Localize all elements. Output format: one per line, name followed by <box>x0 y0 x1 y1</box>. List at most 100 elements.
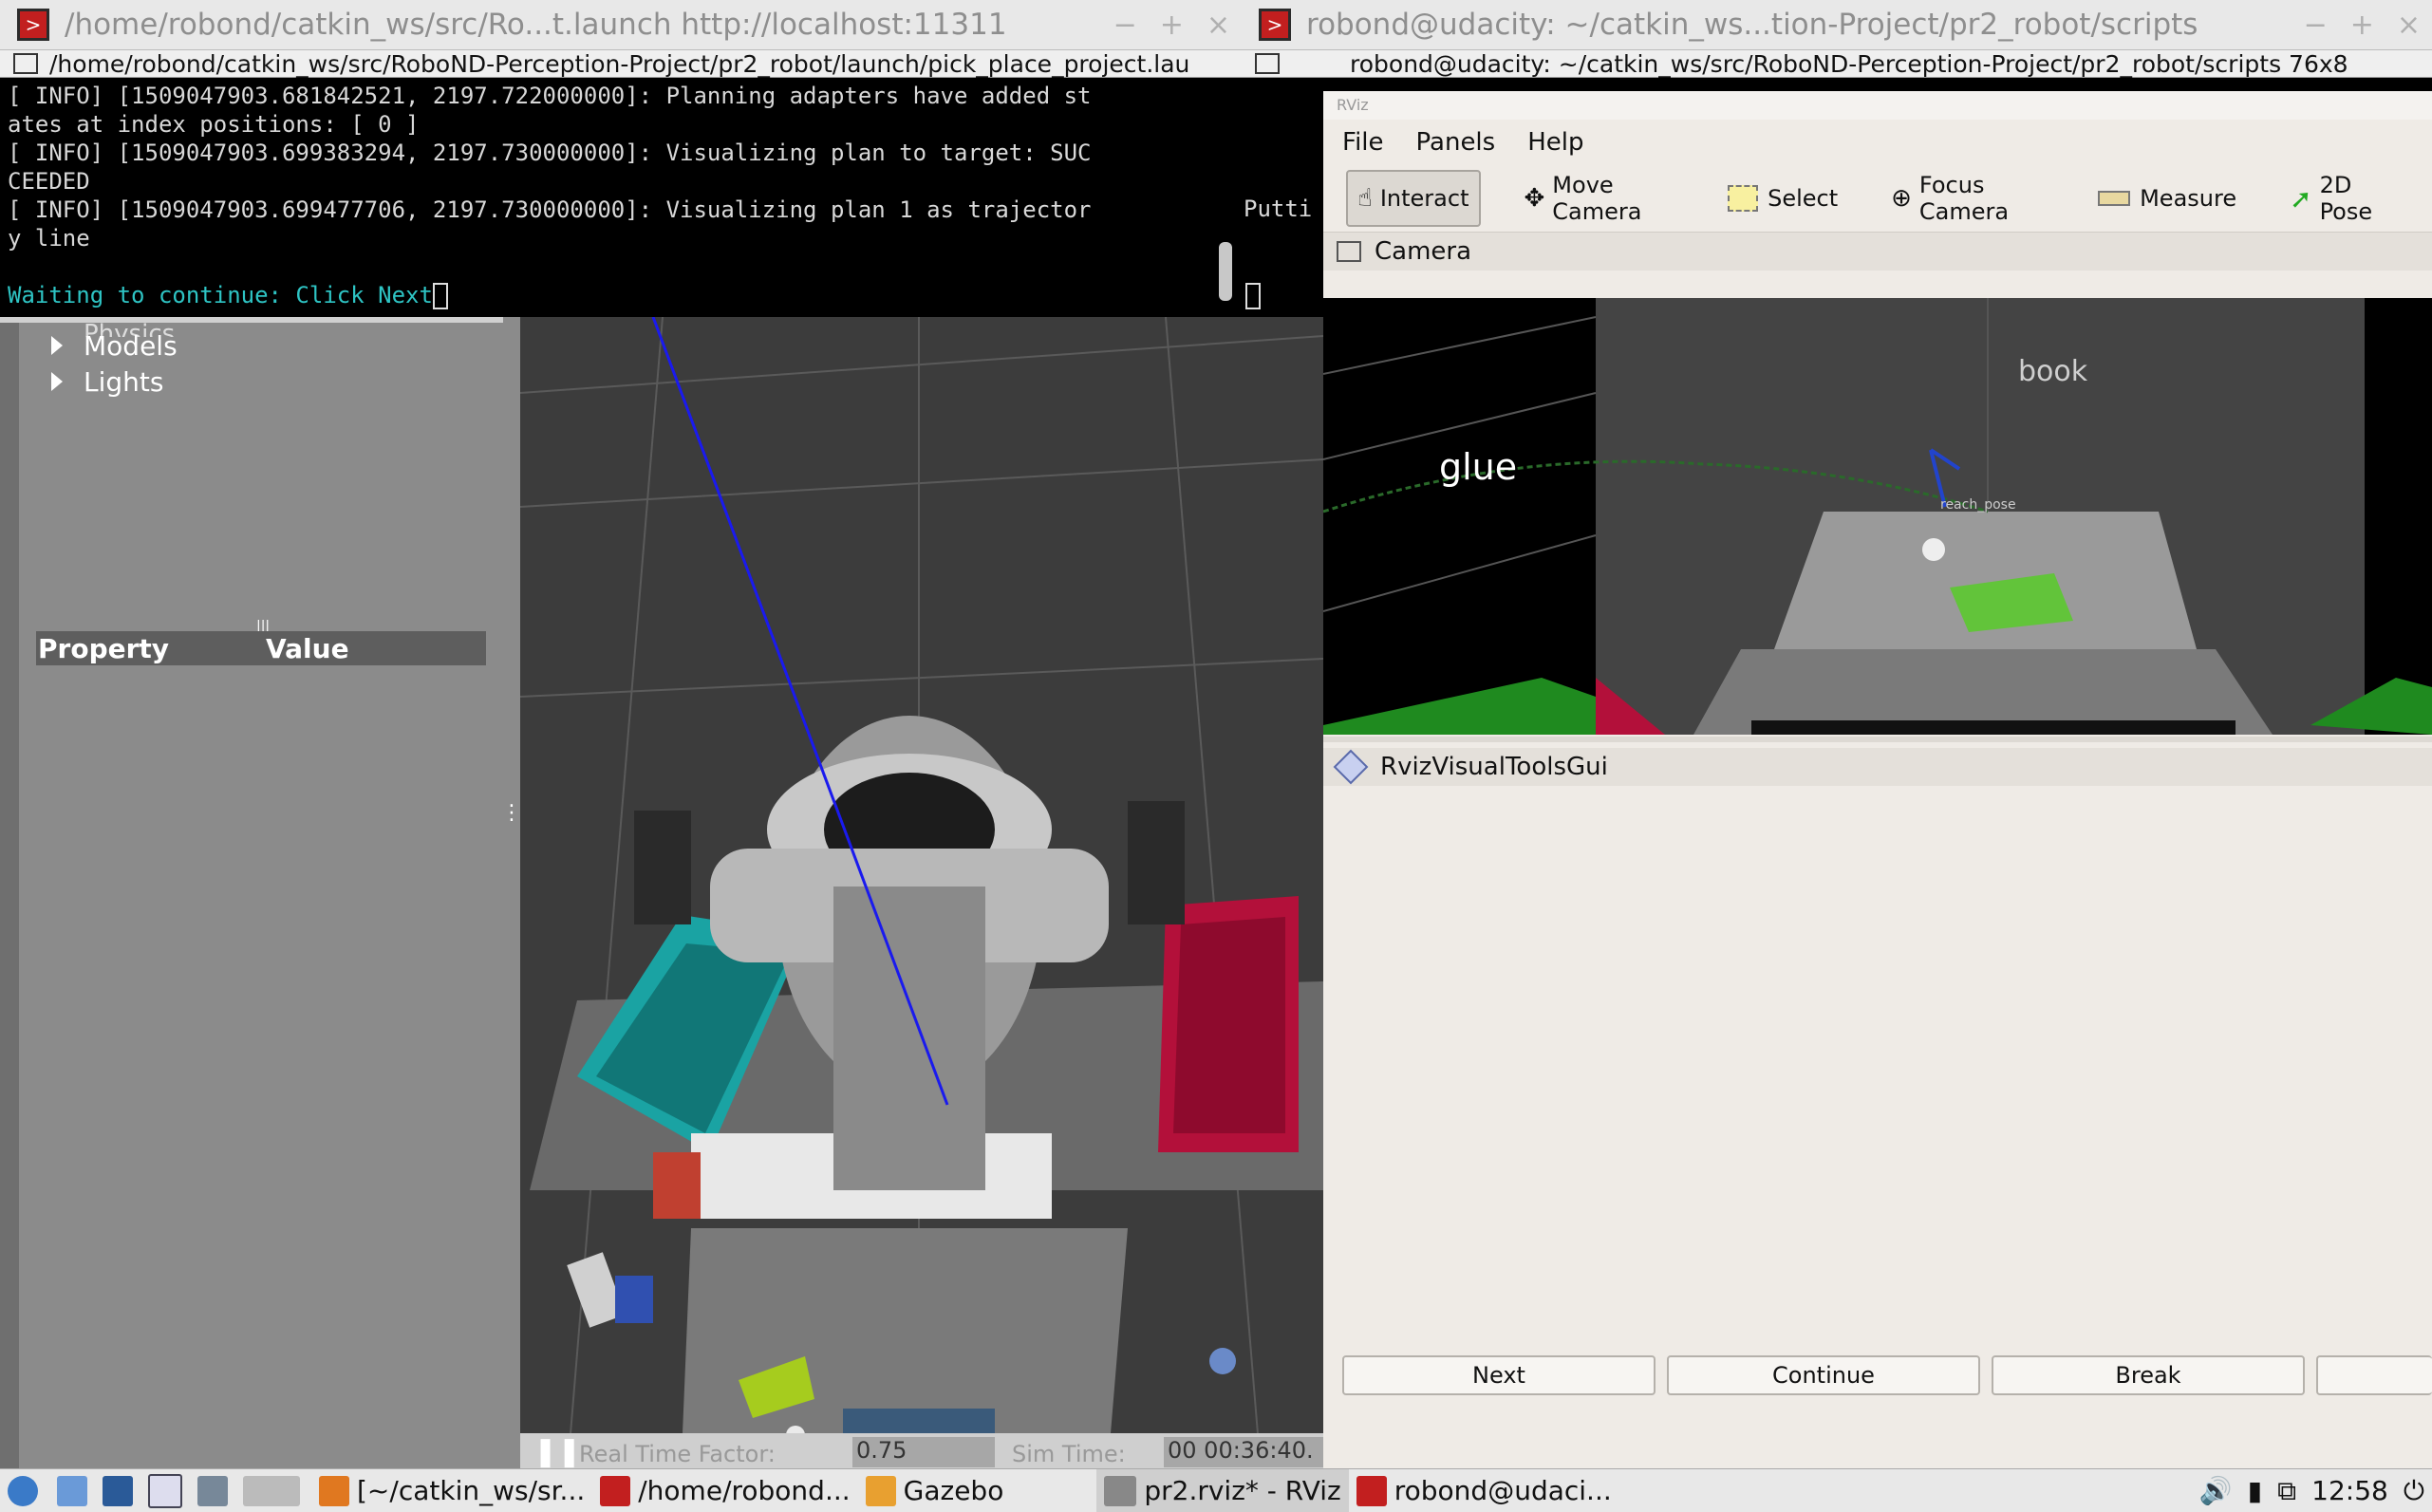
tree-item-lights[interactable]: Lights <box>51 364 163 399</box>
tool-2d-pose[interactable]: ➚ 2D Pose <box>2280 172 2398 225</box>
panel-splitter[interactable] <box>1323 737 2432 742</box>
window-launcher[interactable] <box>144 1469 194 1512</box>
terminal-line: ates at index positions: [ 0 ] <box>8 111 420 138</box>
menu-help[interactable]: Help <box>1527 128 1583 157</box>
close-icon[interactable]: × <box>2397 9 2421 42</box>
battery-icon[interactable]: ▮ <box>2240 1469 2270 1512</box>
rtf-value: 0.75 <box>852 1437 995 1467</box>
terminal-tab-title[interactable]: /home/robond/catkin_ws/src/RoboND-Percep… <box>49 50 1189 78</box>
focus-crosshair-icon: ⊕ <box>1891 184 1912 213</box>
panel-collapse-handle[interactable]: ⋮ <box>501 801 522 849</box>
terminal-tab-icon <box>1255 53 1280 74</box>
rviz-toolbar: ☝ Interact ✥ Move Camera Select ⊕ Focus … <box>1323 165 2432 233</box>
tool-move-camera[interactable]: ✥ Move Camera <box>1515 172 1685 225</box>
terminal-titlebar[interactable]: > /home/robond/catkin_ws/src/Ro...t.laun… <box>0 0 1242 50</box>
terminal-icon <box>1356 1475 1387 1506</box>
gazebo-icon <box>865 1475 896 1506</box>
rtf-label: Real Time Factor: <box>579 1441 776 1467</box>
minimize-icon[interactable]: − <box>2304 9 2328 42</box>
expand-arrow-icon[interactable] <box>51 372 63 391</box>
label-reach-pose: reach_pose <box>1940 497 2016 513</box>
diamond-plugin-icon <box>1333 749 1369 785</box>
menu-file[interactable]: File <box>1342 128 1384 157</box>
task-terminal-scripts[interactable]: robond@udaci... <box>1349 1469 1619 1512</box>
property-table-header: Property Value <box>36 631 486 665</box>
label-book: book <box>2018 355 2088 388</box>
terminal-titlebar[interactable]: > robond@udacity: ~/catkin_ws...tion-Pro… <box>1242 0 2432 50</box>
rviz-title: RViz <box>1323 91 2432 120</box>
gazebo-3d-viewport[interactable] <box>520 317 1323 1468</box>
camera-image <box>1323 298 2432 735</box>
volume-icon[interactable]: 🔊 <box>2192 1469 2240 1512</box>
task-terminal-launch[interactable]: /home/robond... <box>592 1469 857 1512</box>
terminal-line: [ INFO] [1509047903.699383294, 2197.7300… <box>8 140 1092 166</box>
value-column-header[interactable]: Value <box>266 633 349 664</box>
camera-panel-header[interactable]: Camera <box>1323 233 2432 271</box>
move-camera-icon: ✥ <box>1524 184 1545 213</box>
ruler-icon <box>2098 191 2131 206</box>
terminal-tab-bar: /home/robond/catkin_ws/src/RoboND-Percep… <box>0 50 1242 78</box>
file-manager-launcher[interactable] <box>53 1469 99 1512</box>
window-icon <box>148 1473 182 1508</box>
tool-icon <box>197 1475 228 1506</box>
terminal-cursor <box>1245 283 1261 309</box>
terminal-line: CEEDED <box>8 168 90 195</box>
maximize-icon[interactable]: + <box>2350 9 2374 42</box>
tool-measure[interactable]: Measure <box>2088 172 2246 225</box>
tree-item-models[interactable]: Models <box>51 328 178 363</box>
tool-launcher[interactable] <box>194 1469 239 1512</box>
terminal-window-launch[interactable]: > /home/robond/catkin_ws/src/Ro...t.laun… <box>0 0 1242 317</box>
terminal-icon: > <box>17 9 49 41</box>
task-rviz[interactable]: pr2.rviz* - RViz <box>1096 1469 1349 1512</box>
monitor-launcher[interactable] <box>99 1469 144 1512</box>
power-icon[interactable]: ⏻ <box>2396 1469 2432 1512</box>
desktop-icon <box>243 1475 300 1506</box>
property-column-header[interactable]: Property <box>38 633 266 664</box>
sim-time-value: 00 00:36:40. <box>1164 1437 1327 1467</box>
camera-icon <box>1337 241 1361 262</box>
terminal-partial-text: Putti <box>1244 196 1313 222</box>
pose-arrow-icon: ➚ <box>2290 182 2312 215</box>
task-gazebo[interactable]: Gazebo <box>858 1469 1012 1512</box>
tool-select[interactable]: Select <box>1718 172 1847 225</box>
rviz-visual-tools-header[interactable]: RvizVisualToolsGui <box>1323 748 2432 786</box>
folder-icon <box>57 1475 87 1506</box>
menu-panels[interactable]: Panels <box>1416 128 1496 157</box>
sublime-icon <box>319 1475 349 1506</box>
terminal-tab-icon <box>13 53 38 74</box>
terminal-scrollbar[interactable] <box>1219 242 1232 301</box>
window-title: robond@udacity: ~/catkin_ws...tion-Proje… <box>1306 8 2198 42</box>
gazebo-scene-render <box>520 317 1323 1468</box>
break-button[interactable]: Break <box>1992 1355 2305 1395</box>
desktop-launcher[interactable] <box>239 1469 311 1512</box>
rviz-window[interactable]: RViz File Panels Help ☝ Interact ✥ Move … <box>1323 91 2432 1468</box>
terminal-cursor <box>432 283 448 309</box>
menu-bar: File Panels Help <box>1323 120 2432 165</box>
panel-border <box>0 317 19 1468</box>
task-sublime[interactable]: [~/catkin_ws/sr... <box>311 1469 592 1512</box>
gazebo-status-bar: ❚❚ Real Time Factor: 0.75 Sim Time: 00 0… <box>520 1433 1327 1468</box>
minimize-icon[interactable]: − <box>1113 9 1137 42</box>
next-button[interactable]: Next <box>1342 1355 1656 1395</box>
extra-button[interactable] <box>2316 1355 2432 1395</box>
tool-focus-camera[interactable]: ⊕ Focus Camera <box>1881 172 2054 225</box>
clock[interactable]: 12:58 <box>2304 1469 2396 1512</box>
window-title: /home/robond/catkin_ws/src/Ro...t.launch… <box>65 8 1007 42</box>
start-icon <box>8 1475 38 1506</box>
network-icon[interactable]: ⧉ <box>2270 1469 2304 1512</box>
gazebo-world-panel[interactable]: Physics Models Lights ||| Property Value… <box>0 317 522 1468</box>
maximize-icon[interactable]: + <box>1160 9 1184 42</box>
terminal-tab-bar: robond@udacity: ~/catkin_ws/src/RoboND-P… <box>1242 50 2432 78</box>
terminal-tab-title[interactable]: robond@udacity: ~/catkin_ws/src/RoboND-P… <box>1350 50 2348 78</box>
start-menu-button[interactable] <box>0 1469 53 1512</box>
terminal-prompt: Waiting to continue: Click Next <box>8 282 433 308</box>
pause-icon[interactable]: ❚❚ <box>533 1435 581 1468</box>
close-icon[interactable]: × <box>1207 9 1230 42</box>
continue-button[interactable]: Continue <box>1667 1355 1980 1395</box>
tool-interact[interactable]: ☝ Interact <box>1346 170 1481 227</box>
terminal-output[interactable]: [ INFO] [1509047903.681842521, 2197.7220… <box>0 78 1242 313</box>
select-box-icon <box>1728 185 1759 212</box>
expand-arrow-icon[interactable] <box>51 336 63 355</box>
camera-view[interactable]: book glue reach_pose <box>1323 298 2432 735</box>
